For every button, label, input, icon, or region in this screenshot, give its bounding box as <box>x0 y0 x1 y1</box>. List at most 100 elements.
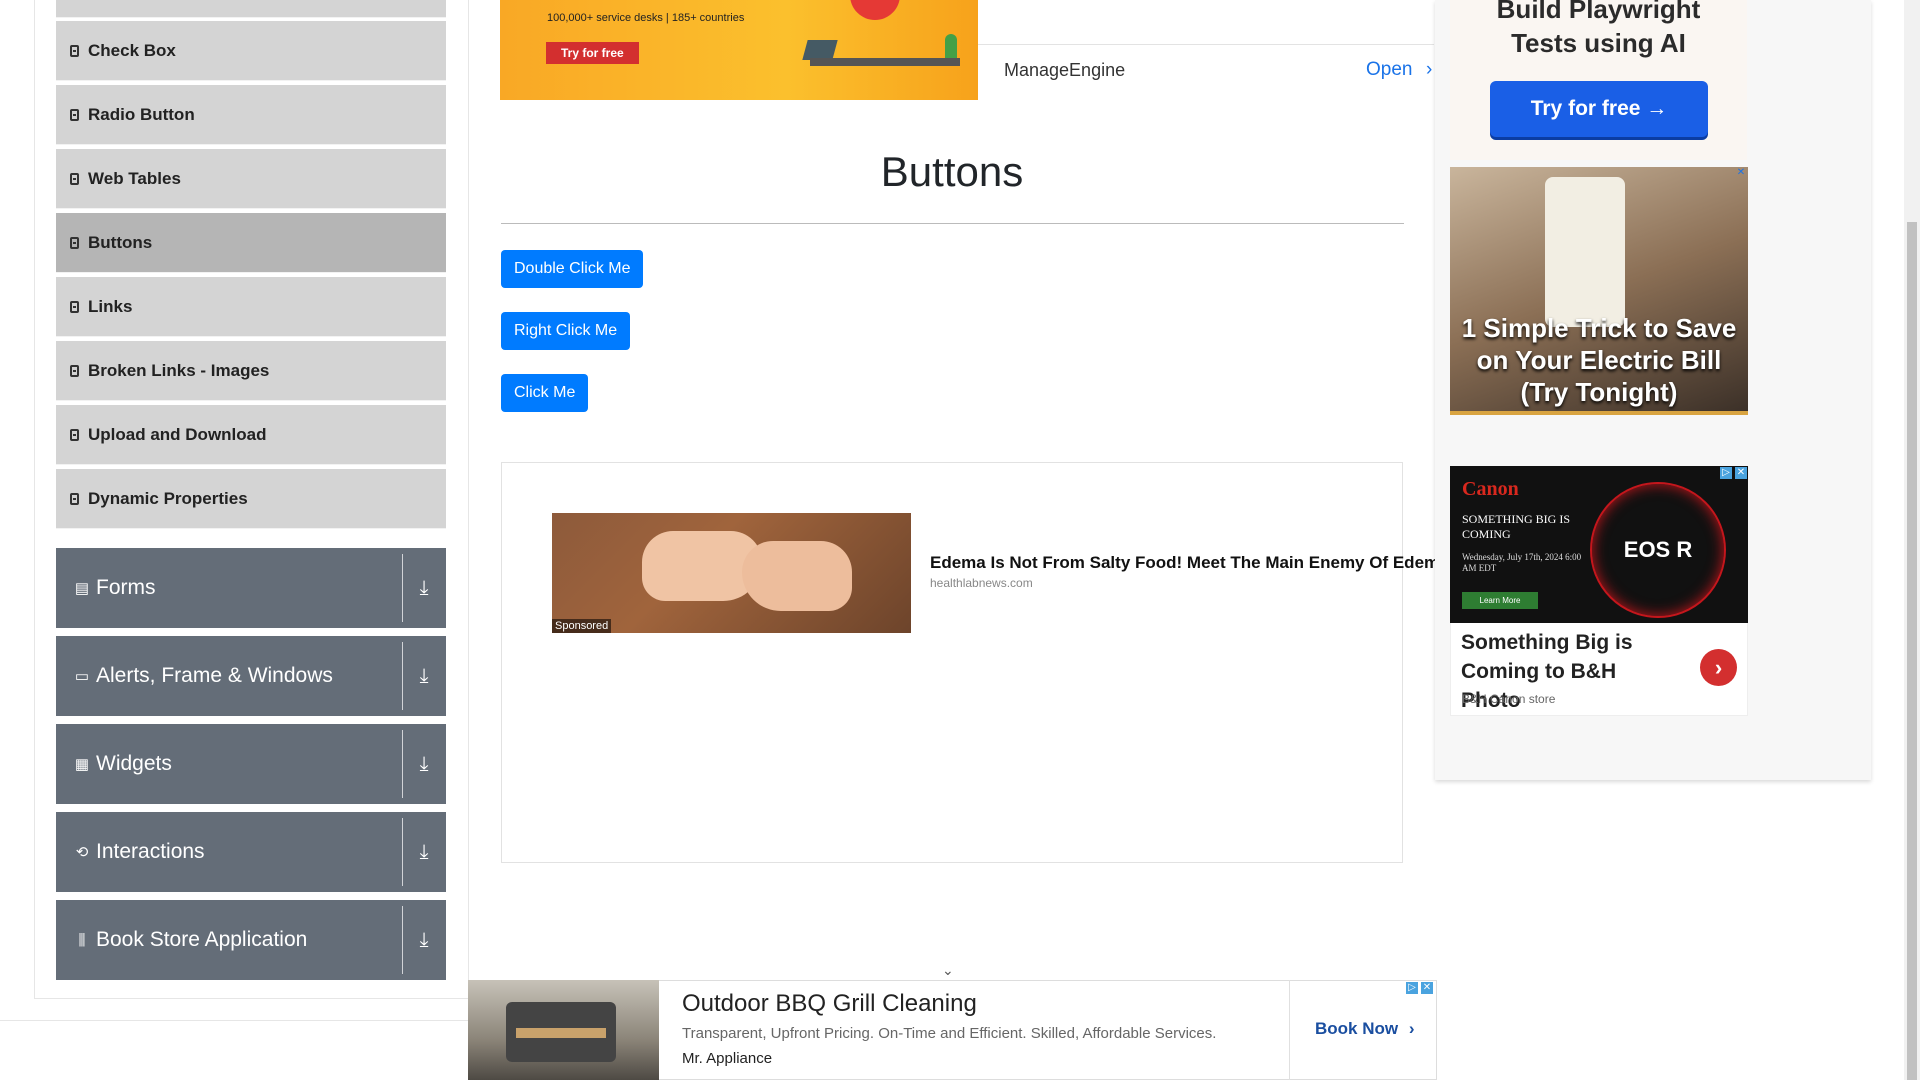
title-divider <box>501 223 1404 224</box>
download-icon[interactable]: ⤓ <box>408 838 440 866</box>
chevron-down-icon[interactable]: ⌄ <box>942 962 954 979</box>
outlet-graphic <box>1545 177 1625 327</box>
chevron-right-icon[interactable]: › <box>1426 59 1432 81</box>
item-icon <box>70 172 79 185</box>
sidebar-item-label: Broken Links - Images <box>88 360 270 380</box>
sidebar-item-label: Upload and Download <box>88 424 267 444</box>
adchoices-icon[interactable]: ▷ <box>1720 467 1732 479</box>
sidebar-item-dynamic-properties[interactable]: Dynamic Properties <box>56 469 446 529</box>
group-label: Interactions <box>96 840 205 863</box>
eos-r-logo: EOS R <box>1590 482 1726 618</box>
canon-logo: Canon <box>1462 478 1519 500</box>
item-icon <box>70 492 79 505</box>
canon-learn-more-button[interactable]: Learn More <box>1462 592 1538 609</box>
group-interactions[interactable]: ⟲ Interactions ⤓ <box>56 812 446 892</box>
sponsored-label: Sponsored <box>552 619 612 633</box>
item-icon <box>70 428 79 441</box>
electric-bill-ad[interactable]: 1 Simple Trick to Save on Your Electric … <box>1450 167 1748 415</box>
canon-date: Wednesday, July 17th, 2024 6:00 AM EDT <box>1462 552 1582 573</box>
ad-tagline: 100,000+ service desks | 185+ countries <box>547 12 745 24</box>
group-label: Alerts, Frame & Windows <box>96 664 333 687</box>
group-alerts-frame-windows[interactable]: ▭ Alerts, Frame & Windows ⤓ <box>56 636 446 716</box>
click-me-button[interactable]: Click Me <box>501 374 589 412</box>
sidebar-item-links[interactable]: Links <box>56 277 446 337</box>
heart-graphic <box>850 0 900 20</box>
adchoices-icon[interactable]: ▷ <box>1406 982 1418 994</box>
sidebar-item-label: Radio Button <box>88 104 195 124</box>
right-click-button[interactable]: Right Click Me <box>501 312 631 350</box>
canon-store-label: B&H Canon store <box>1462 692 1556 706</box>
foot-graphic <box>742 541 852 611</box>
widgets-icon: ▦ <box>74 756 90 773</box>
sidebar-item-check-box[interactable]: Check Box <box>56 21 446 81</box>
bottom-ad-brand: Mr. Appliance <box>682 1050 773 1067</box>
divider <box>402 730 403 798</box>
plant-graphic <box>945 34 957 58</box>
book-now-button[interactable]: Book Now › <box>1315 1019 1415 1039</box>
item-icon <box>70 44 79 57</box>
sidebar-item-buttons[interactable]: Buttons <box>56 213 446 273</box>
sidebar-item-web-tables[interactable]: Web Tables <box>56 149 446 209</box>
ad-bottom-bar <box>1450 411 1748 415</box>
divider <box>0 1020 468 1021</box>
grill-food-graphic <box>516 1028 606 1038</box>
divider <box>402 642 403 710</box>
page-title: Buttons <box>880 148 1024 195</box>
bottom-ad-description: Transparent, Upfront Pricing. On-Time an… <box>682 1025 1217 1042</box>
download-icon[interactable]: ⤓ <box>408 750 440 778</box>
group-book-store[interactable]: ⫼ Book Store Application ⤓ <box>56 900 446 980</box>
item-icon <box>70 108 79 121</box>
desk-graphic <box>810 58 960 66</box>
sidebar-item-label: Web Tables <box>88 168 181 188</box>
bottom-ad-title[interactable]: Outdoor BBQ Grill Cleaning <box>682 990 977 1018</box>
divider <box>402 906 403 974</box>
ad-open-link[interactable]: Open <box>1366 59 1412 81</box>
sidebar-item-label: Buttons <box>88 232 153 252</box>
sidebar-item-upload-download[interactable]: Upload and Download <box>56 405 446 465</box>
download-icon[interactable]: ⤓ <box>408 926 440 954</box>
scrollbar-thumb[interactable] <box>1907 222 1917 1080</box>
chevron-right-icon[interactable]: › <box>1700 649 1737 686</box>
ad-try-free-button[interactable]: Try for free <box>546 42 639 64</box>
item-icon <box>70 300 79 313</box>
canon-teaser: SOMETHING BIG IS COMING <box>1462 512 1570 541</box>
download-icon[interactable]: ⤓ <box>408 662 440 690</box>
divider <box>402 554 403 622</box>
close-icon[interactable]: ✕ <box>1421 982 1433 994</box>
item-icon <box>70 364 79 377</box>
sidebar-item-label: Check Box <box>88 40 176 60</box>
managengine-ad-banner[interactable]: 100,000+ service desks | 185+ countries … <box>500 0 978 100</box>
divider <box>1289 980 1290 1080</box>
group-forms[interactable]: ▤ Forms ⤓ <box>56 548 446 628</box>
group-widgets[interactable]: ▦ Widgets ⤓ <box>56 724 446 804</box>
playwright-try-free-button[interactable]: Try for free → <box>1490 81 1708 137</box>
group-label: Widgets <box>96 752 172 775</box>
interaction-icon: ⟲ <box>75 844 89 861</box>
book-icon: ⫼ <box>78 931 86 949</box>
close-icon[interactable]: ✕ <box>1735 467 1747 479</box>
sidebar-item-broken-links[interactable]: Broken Links - Images <box>56 341 446 401</box>
divider <box>978 44 1434 45</box>
playwright-ad-headline: Build Playwright Tests using AI <box>1496 0 1701 58</box>
laptop-graphic <box>802 40 838 60</box>
item-icon <box>70 236 79 249</box>
feed-ad-title[interactable]: Edema Is Not From Salty Food! Meet The M… <box>930 553 1449 573</box>
group-label: Forms <box>96 576 156 599</box>
divider <box>402 818 403 886</box>
form-icon: ▤ <box>74 580 90 597</box>
window-icon: ▭ <box>74 668 90 685</box>
chevron-right-icon: › <box>1408 1019 1415 1038</box>
sidebar-item-label: Dynamic Properties <box>88 488 248 508</box>
sidebar-item-text-box[interactable] <box>56 0 446 18</box>
double-click-button[interactable]: Double Click Me <box>501 250 644 288</box>
bbq-grill-image[interactable] <box>468 980 659 1080</box>
electric-bill-ad-headline: 1 Simple Trick to Save on Your Electric … <box>1461 313 1737 407</box>
ad-company-name: ManageEngine <box>1004 60 1126 80</box>
sidebar-item-label: Links <box>88 296 133 316</box>
close-icon[interactable]: ✕ <box>1735 167 1747 179</box>
group-label: Book Store Application <box>96 928 308 951</box>
feed-ad-source: healthlabnews.com <box>930 576 1033 590</box>
sidebar-item-radio-button[interactable]: Radio Button <box>56 85 446 145</box>
feed-ad-image[interactable]: Sponsored <box>552 513 911 633</box>
download-icon[interactable]: ⤓ <box>408 574 440 602</box>
